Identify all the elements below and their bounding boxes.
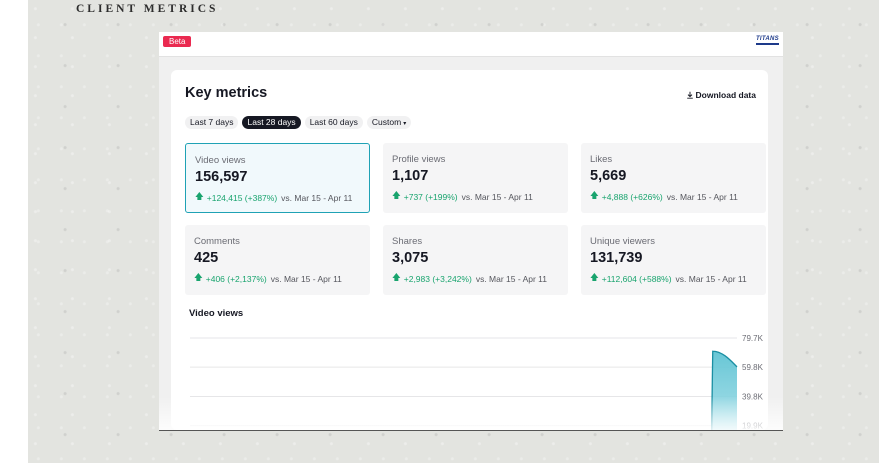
metric-delta: 🡅 +737 (+199%) vs. Mar 15 - Apr 11 [392, 190, 533, 204]
metric-value: 425 [194, 250, 219, 266]
video-views-chart: 79.7K 59.8K 39.8K 19.9K [190, 334, 764, 431]
arrow-up-icon: 🡅 [590, 272, 599, 282]
key-metrics-card: Key metrics Download data Last 7 days La… [171, 70, 768, 430]
metric-delta: 🡅 +4,888 (+626%) vs. Mar 15 - Apr 11 [590, 190, 738, 204]
metric-compare: vs. Mar 15 - Apr 11 [475, 274, 547, 284]
arrow-up-icon: 🡅 [392, 190, 401, 200]
download-label: Download data [695, 90, 756, 100]
date-range-tabs: Last 7 days Last 28 days Last 60 days Cu… [185, 116, 412, 129]
tab-label: Last 7 days [190, 117, 234, 127]
metric-value: 1,107 [392, 168, 429, 184]
metric-profile-views[interactable]: Profile views 1,107 🡅 +737 (+199%) vs. M… [383, 143, 568, 213]
metric-value: 156,597 [195, 169, 248, 185]
card-title: Key metrics [185, 85, 268, 101]
metric-change: +112,604 (+588%) [601, 274, 672, 284]
tab-last-60-days[interactable]: Last 60 days [304, 116, 363, 129]
metric-shares[interactable]: Shares 3,075 🡅 +2,983 (+3,242%) vs. Mar … [383, 225, 568, 295]
metric-label: Shares [392, 236, 423, 247]
arrow-up-icon: 🡅 [590, 190, 599, 200]
arrow-up-icon: 🡅 [194, 272, 203, 282]
metric-compare: vs. Mar 15 - Apr 11 [281, 193, 353, 203]
metric-compare: vs. Mar 15 - Apr 11 [675, 274, 747, 284]
arrow-up-icon: 🡅 [195, 191, 204, 201]
metric-delta: 🡅 +112,604 (+588%) vs. Mar 15 - Apr 11 [590, 272, 747, 286]
metric-change: +737 (+199%) [403, 192, 458, 202]
tab-label: Last 60 days [309, 117, 358, 127]
metric-change: +4,888 (+626%) [601, 192, 663, 202]
tab-label: Custom [371, 117, 402, 127]
y-tick-label: 19.9K [742, 422, 764, 431]
metric-change: +2,983 (+3,242%) [403, 274, 472, 284]
brand-logo: TITANS [755, 36, 779, 45]
metric-delta: 🡅 +124,415 (+387%) vs. Mar 15 - Apr 11 [195, 191, 352, 205]
tab-last-7-days[interactable]: Last 7 days [185, 116, 239, 129]
tab-last-28-days[interactable]: Last 28 days [242, 116, 301, 129]
metric-label: Comments [194, 236, 240, 247]
metric-likes[interactable]: Likes 5,669 🡅 +4,888 (+626%) vs. Mar 15 … [581, 143, 766, 213]
metric-change: +406 (+2,137%) [205, 274, 267, 284]
y-tick-label: 39.8K [742, 393, 764, 402]
tab-label: Last 28 days [247, 117, 296, 127]
metric-compare: vs. Mar 15 - Apr 11 [666, 192, 738, 202]
arrow-up-icon: 🡅 [392, 272, 401, 282]
metric-comments[interactable]: Comments 425 🡅 +406 (+2,137%) vs. Mar 15… [185, 225, 370, 295]
download-icon [686, 91, 693, 99]
metric-compare: vs. Mar 15 - Apr 11 [461, 192, 533, 202]
metric-label: Video views [195, 155, 246, 166]
beta-badge: Beta [163, 36, 192, 47]
y-tick-label: 79.7K [742, 334, 764, 343]
chart-title: Video views [189, 308, 244, 319]
tab-custom[interactable]: Custom ▾ [366, 116, 412, 129]
metric-unique-viewers[interactable]: Unique viewers 131,739 🡅 +112,604 (+588%… [581, 225, 766, 295]
top-bar: Beta TITANS [159, 32, 783, 57]
metric-value: 3,075 [392, 250, 429, 266]
download-data-button[interactable]: Download data [686, 90, 756, 100]
metric-label: Profile views [392, 154, 446, 165]
analytics-screenshot: Beta TITANS Key metrics Download data La… [159, 32, 783, 431]
caret-down-icon: ▾ [403, 121, 407, 127]
y-tick-label: 59.8K [742, 363, 764, 372]
metric-value: 131,739 [590, 250, 643, 266]
metric-delta: 🡅 +2,983 (+3,242%) vs. Mar 15 - Apr 11 [392, 272, 547, 286]
page-heading: CLIENT METRICS [76, 3, 219, 15]
metric-video-views[interactable]: Video views 156,597 🡅 +124,415 (+387%) v… [185, 143, 370, 213]
metric-label: Likes [590, 154, 613, 165]
metric-delta: 🡅 +406 (+2,137%) vs. Mar 15 - Apr 11 [194, 272, 342, 286]
metric-label: Unique viewers [590, 236, 655, 247]
metric-value: 5,669 [590, 168, 627, 184]
metric-change: +124,415 (+387%) [206, 193, 278, 203]
metric-compare: vs. Mar 15 - Apr 11 [270, 274, 342, 284]
